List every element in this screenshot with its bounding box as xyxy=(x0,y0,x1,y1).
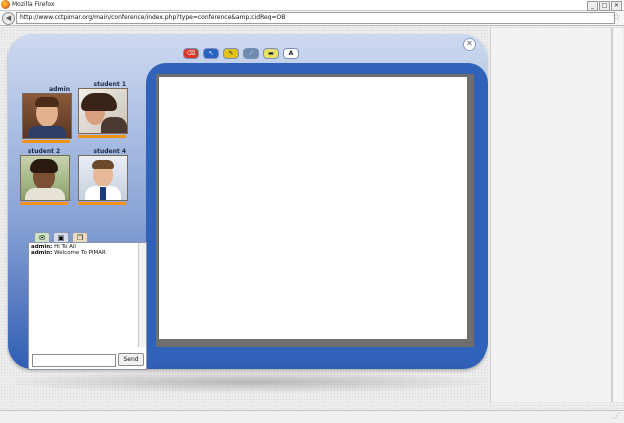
chat-author: admin: xyxy=(31,250,53,256)
chat-input[interactable] xyxy=(32,354,116,367)
window-title-bar: Mozilla Firefox _ □ ✕ xyxy=(0,0,624,11)
page-content: ✕ ⌫ ↖ ✎ ⟋ ▬ A admin student 1 student 2 … xyxy=(0,26,624,410)
maximize-button[interactable]: □ xyxy=(599,1,610,11)
avatar xyxy=(22,93,72,139)
close-conference-button[interactable]: ✕ xyxy=(463,38,476,51)
brush-icon[interactable]: ⟋ xyxy=(243,48,259,59)
participant-student-2[interactable]: student 2 xyxy=(20,148,70,205)
participant-status-bar xyxy=(78,202,126,205)
minimize-button[interactable]: _ xyxy=(587,1,598,11)
participant-status-bar xyxy=(22,140,70,143)
page-scrollbar[interactable] xyxy=(612,28,623,402)
avatar xyxy=(78,88,128,134)
side-panel xyxy=(490,28,612,402)
whiteboard-toolbar: ⌫ ↖ ✎ ⟋ ▬ A xyxy=(183,48,299,59)
avatar xyxy=(78,155,128,201)
firefox-icon xyxy=(1,0,10,9)
participant-name: student 1 xyxy=(93,81,126,88)
highlighter-icon[interactable]: ▬ xyxy=(263,48,279,59)
bookmark-star-icon[interactable]: ☆ xyxy=(612,12,621,23)
participant-student-1[interactable]: student 1 xyxy=(78,81,128,138)
chat-panel: admin: Hi To All admin: Welcome To PIMAR… xyxy=(28,242,147,370)
participant-status-bar xyxy=(78,135,126,138)
close-window-button[interactable]: ✕ xyxy=(611,1,622,11)
eraser-icon[interactable]: ⌫ xyxy=(183,48,199,59)
participant-name: student 2 xyxy=(27,148,61,155)
conference-shadow xyxy=(12,371,484,393)
text-tool-icon[interactable]: A xyxy=(283,48,299,59)
conference-panel: ✕ ⌫ ↖ ✎ ⟋ ▬ A admin student 1 student 2 … xyxy=(8,34,488,370)
whiteboard-canvas[interactable] xyxy=(159,77,467,339)
participant-admin[interactable]: admin xyxy=(22,86,72,143)
chat-message: admin: Welcome To PIMAR xyxy=(31,250,139,256)
participant-status-bar xyxy=(20,202,68,205)
chat-scrollbar[interactable] xyxy=(138,243,146,347)
participant-name: admin xyxy=(49,86,70,93)
chat-log: admin: Hi To All admin: Welcome To PIMAR xyxy=(29,243,141,349)
back-button[interactable]: ◀ xyxy=(2,12,15,25)
navigation-toolbar: ◀ http://www.cctpimar.org/main/conferenc… xyxy=(0,11,624,26)
send-button[interactable]: Send xyxy=(118,353,144,366)
address-bar[interactable]: http://www.cctpimar.org/main/conference/… xyxy=(16,12,615,24)
chat-text: Welcome To PIMAR xyxy=(52,250,106,256)
status-bar: ⋰ xyxy=(0,410,624,423)
avatar xyxy=(20,155,70,201)
pointer-icon[interactable]: ↖ xyxy=(203,48,219,59)
resize-grip-icon[interactable]: ⋰ xyxy=(613,412,620,420)
pencil-icon[interactable]: ✎ xyxy=(223,48,239,59)
participant-name: student 4 xyxy=(93,148,126,155)
participant-student-4[interactable]: student 4 xyxy=(78,148,128,205)
window-title: Mozilla Firefox xyxy=(12,1,55,8)
